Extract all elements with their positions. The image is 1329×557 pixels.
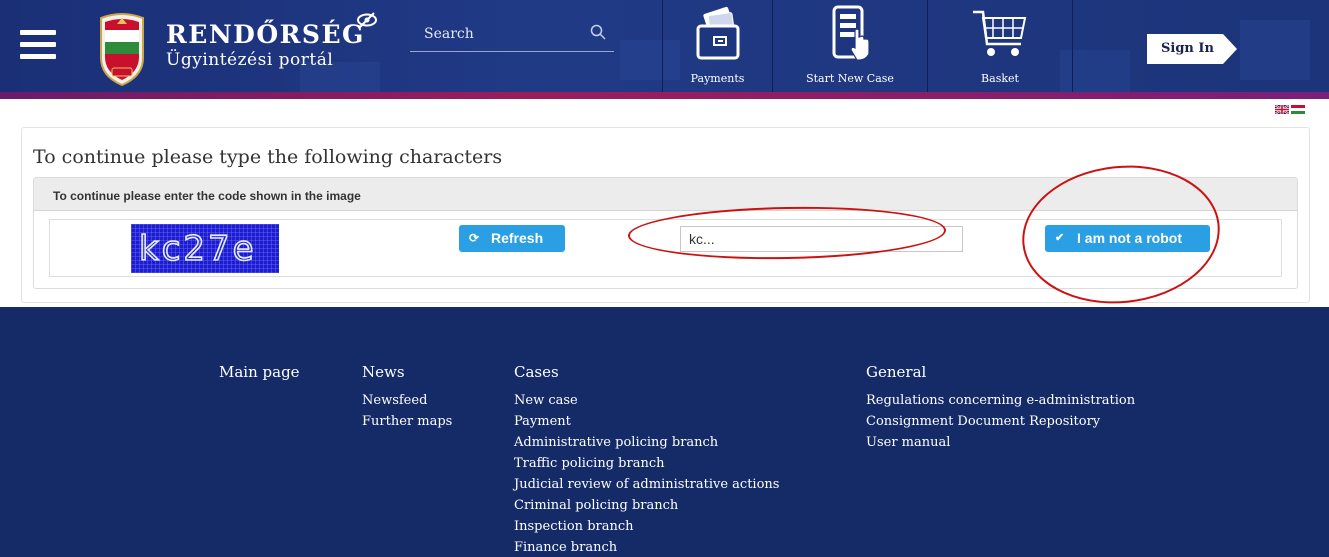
site-header: RENDŐRSÉG Ügyintézési portál Payments — [0, 0, 1329, 92]
footer-link[interactable]: User manual — [866, 432, 1135, 453]
search-icon[interactable] — [590, 24, 606, 40]
refresh-label: Refresh — [491, 230, 544, 246]
footer-col-general: General Regulations concerning e-adminis… — [866, 363, 1135, 453]
footer-link[interactable]: Criminal policing branch — [514, 495, 779, 516]
nav-payments-label: Payments — [690, 72, 745, 85]
captcha-instruction: To continue please enter the code shown … — [53, 189, 361, 203]
wallet-icon — [696, 6, 739, 60]
footer-link[interactable]: Judicial review of administrative action… — [514, 474, 779, 495]
nav-basket[interactable]: Basket — [927, 0, 1073, 92]
menu-icon[interactable] — [20, 30, 56, 64]
nav-start-new-case-label: Start New Case — [806, 72, 894, 85]
brand-title: RENDŐRSÉG — [166, 20, 365, 49]
footer-col-news: News Newsfeed Further maps — [362, 363, 452, 432]
footer-link[interactable]: Finance branch — [514, 537, 779, 557]
sign-in-button[interactable]: Sign In — [1147, 34, 1237, 64]
check-icon: ✔ — [1055, 232, 1065, 244]
nav-start-new-case[interactable]: Start New Case — [772, 0, 927, 92]
police-crest-logo — [100, 13, 144, 86]
footer-link[interactable]: Inspection branch — [514, 516, 779, 537]
footer-col-cases: Cases New case Payment Administrative po… — [514, 363, 779, 557]
footer-link[interactable]: Regulations concerning e-administration — [866, 390, 1135, 411]
captcha-box-header: To continue please enter the code shown … — [34, 178, 1297, 211]
footer-col-main: Main page — [219, 363, 300, 390]
captcha-panel: To continue please type the following ch… — [21, 127, 1310, 303]
footer-link[interactable]: Payment — [514, 411, 779, 432]
captcha-box: To continue please enter the code shown … — [33, 177, 1298, 289]
hungary-flag-icon[interactable] — [1291, 105, 1305, 114]
refresh-icon: ⟳ — [469, 231, 480, 245]
not-a-robot-label: I am not a robot — [1077, 230, 1182, 246]
footer-link[interactable]: Consignment Document Repository — [866, 411, 1135, 432]
site-footer: Main page News Newsfeed Further maps Cas… — [0, 307, 1329, 557]
decor-tile — [1240, 20, 1310, 80]
shopping-cart-icon — [973, 10, 1027, 56]
footer-link[interactable]: Further maps — [362, 411, 452, 432]
footer-heading-news: News — [362, 363, 405, 381]
captcha-text: kc27e — [139, 229, 257, 269]
search-input[interactable] — [424, 26, 584, 42]
sign-in-label: Sign In — [1161, 41, 1214, 56]
captcha-image: kc27e — [131, 224, 279, 273]
nav-payments[interactable]: Payments — [662, 0, 772, 92]
footer-heading-general: General — [866, 363, 927, 381]
footer-link[interactable]: Traffic policing branch — [514, 453, 779, 474]
captcha-row: kc27e ⟳ Refresh ✔ I am not a robot — [49, 219, 1282, 277]
header-stripe — [0, 92, 1329, 99]
refresh-button[interactable]: ⟳ Refresh — [459, 225, 565, 252]
page-title: To continue please type the following ch… — [33, 146, 503, 168]
footer-heading-main-page[interactable]: Main page — [219, 363, 300, 381]
footer-link[interactable]: Newsfeed — [362, 390, 452, 411]
nav-basket-label: Basket — [981, 72, 1019, 85]
uk-flag-icon[interactable] — [1275, 105, 1289, 114]
footer-link[interactable]: Administrative policing branch — [514, 432, 779, 453]
eye-slash-icon[interactable] — [356, 12, 378, 28]
brand-subtitle: Ügyintézési portál — [166, 50, 334, 70]
search-box — [410, 18, 614, 52]
captcha-code-input[interactable] — [680, 226, 963, 252]
form-hand-icon — [832, 5, 870, 61]
not-a-robot-button[interactable]: ✔ I am not a robot — [1045, 225, 1210, 252]
footer-link[interactable]: New case — [514, 390, 779, 411]
footer-heading-cases: Cases — [514, 363, 559, 381]
